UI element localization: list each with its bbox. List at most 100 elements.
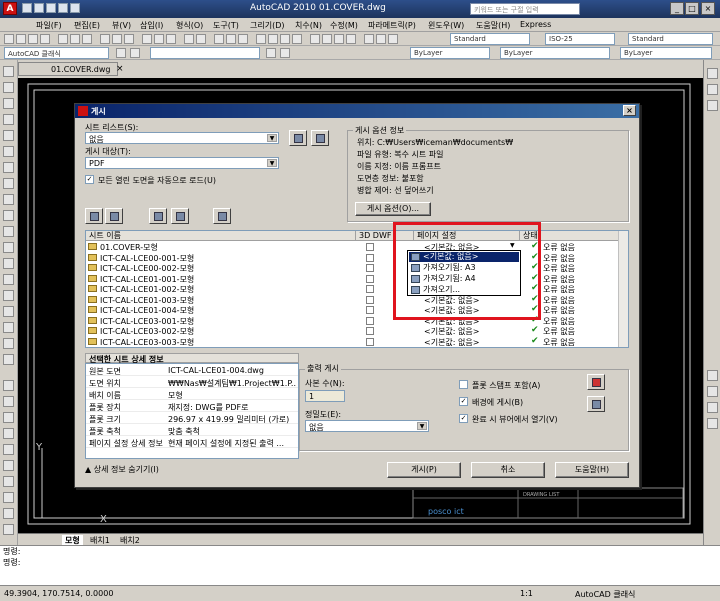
copies-spinner[interactable]: 1	[305, 390, 345, 402]
text-style-combo[interactable]: Standard	[450, 33, 530, 45]
tool-icon[interactable]	[58, 34, 68, 44]
ellipse-icon[interactable]	[3, 210, 14, 221]
menu-tools[interactable]: 도구(T)	[213, 20, 239, 31]
make-block-icon[interactable]	[3, 258, 14, 269]
mirror-icon[interactable]	[3, 412, 14, 423]
menu-window[interactable]: 윈도우(W)	[428, 20, 464, 31]
table-icon[interactable]	[3, 338, 14, 349]
tool-icon[interactable]	[226, 34, 236, 44]
tool-icon[interactable]	[707, 100, 718, 111]
document-tab[interactable]: 01.COVER.dwg	[18, 62, 118, 76]
tool-icon[interactable]	[707, 68, 718, 79]
sheet-list-table[interactable]: 시트 이름 3D DWF 페이지 설정 상태 01.COVER-모형 <기본값: …	[85, 230, 629, 348]
layer-icon[interactable]	[130, 48, 140, 58]
table-row[interactable]: ICT-CAL-LCE01-003-모형 <기본값: 없음> ✔ 오류 없음	[86, 294, 626, 305]
3d-dwf-checkbox[interactable]	[366, 306, 374, 314]
bg-publish-checkbox[interactable]: ✓	[459, 397, 468, 406]
point-icon[interactable]	[3, 274, 14, 285]
stretch-icon[interactable]	[3, 508, 14, 519]
tool-icon[interactable]	[292, 34, 302, 44]
layer-combo[interactable]	[150, 47, 260, 59]
tool-icon[interactable]	[166, 34, 176, 44]
line-icon[interactable]	[3, 66, 14, 77]
command-window[interactable]: 명령: 명령:	[0, 545, 720, 585]
move-icon[interactable]	[3, 460, 14, 471]
table-row[interactable]: ICT-CAL-LCE03-003-모형 <기본값: 없음> ✔ 오류 없음	[86, 336, 626, 348]
tool-icon[interactable]	[707, 402, 718, 413]
polygon-icon[interactable]	[3, 114, 14, 125]
3d-dwf-checkbox[interactable]	[366, 264, 374, 272]
tool-icon[interactable]	[280, 34, 290, 44]
tool-icon[interactable]	[40, 34, 50, 44]
tool-icon[interactable]	[388, 34, 398, 44]
preview-button[interactable]	[213, 208, 231, 224]
autocad-logo-icon[interactable]: A	[3, 2, 17, 15]
menu-view[interactable]: 뷰(V)	[112, 20, 131, 31]
tool-icon[interactable]	[82, 34, 92, 44]
publish-to-select[interactable]: PDF ▼	[85, 157, 279, 169]
gradient-icon[interactable]	[3, 306, 14, 317]
tool-icon[interactable]	[112, 34, 122, 44]
offset-icon[interactable]	[3, 428, 14, 439]
dim-style-combo[interactable]: ISO-25	[545, 33, 615, 45]
tool-icon[interactable]	[154, 34, 164, 44]
tool-icon[interactable]	[707, 386, 718, 397]
table-style-combo[interactable]: Standard	[628, 33, 713, 45]
tool-icon[interactable]	[322, 34, 332, 44]
dialog-close-button[interactable]: ×	[623, 105, 636, 116]
new-icon[interactable]	[22, 3, 32, 13]
3d-dwf-checkbox[interactable]	[366, 327, 374, 335]
add-sheets-button[interactable]	[85, 208, 103, 224]
workspace-switch[interactable]: AutoCAD 클래식	[575, 589, 635, 600]
tool-icon[interactable]	[707, 84, 718, 95]
publish-options-button[interactable]: 게시 옵션(O)...	[355, 202, 431, 216]
page-setup-cell[interactable]: <기본값: 없음>	[424, 337, 479, 348]
3d-dwf-checkbox[interactable]	[366, 337, 374, 346]
table-row[interactable]: ICT-CAL-LCE03-001-모형 <기본값: 없음> ✔ 오류 없음	[86, 315, 626, 326]
3d-dwf-checkbox[interactable]	[366, 243, 374, 251]
color-combo[interactable]: ByLayer	[410, 47, 490, 59]
scale-icon[interactable]	[3, 492, 14, 503]
3d-dwf-checkbox[interactable]	[366, 316, 374, 325]
3d-dwf-checkbox[interactable]	[366, 274, 374, 283]
tool-icon[interactable]	[28, 34, 38, 44]
hide-details-toggle[interactable]: ▲ 상세 정보 숨기기(I)	[85, 464, 159, 475]
move-up-button[interactable]	[149, 208, 167, 224]
table-row[interactable]: ICT-CAL-LCE01-001-모형 ✔ 오류 없음	[86, 273, 626, 284]
tool-icon[interactable]	[214, 34, 224, 44]
load-sheet-list-button[interactable]	[289, 130, 307, 146]
menu-help[interactable]: 도움말(H)	[476, 20, 510, 31]
tool-icon[interactable]	[266, 48, 276, 58]
tool-icon[interactable]	[124, 34, 134, 44]
trim-icon[interactable]	[3, 524, 14, 535]
menu-draw[interactable]: 그리기(D)	[250, 20, 284, 31]
spline-icon[interactable]	[3, 194, 14, 205]
move-down-button[interactable]	[171, 208, 189, 224]
table-row[interactable]: ICT-CAL-LCE01-004-모형 <기본값: 없음> ✔ 오류 없음	[86, 304, 626, 315]
table-row[interactable]: 01.COVER-모형 <기본값: 없음> ✔ 오류 없음 ▼	[86, 241, 626, 252]
tool-icon[interactable]	[707, 370, 718, 381]
tool-icon[interactable]	[142, 34, 152, 44]
menu-edit[interactable]: 편집(E)	[74, 20, 100, 31]
erase-icon[interactable]	[3, 380, 14, 391]
tool-icon[interactable]	[238, 34, 248, 44]
table-row[interactable]: ICT-CAL-LCE00-002-모형 ✔ 오류 없음	[86, 262, 626, 273]
open-viewer-checkbox[interactable]: ✓	[459, 414, 468, 423]
tool-icon[interactable]	[256, 34, 266, 44]
construction-line-icon[interactable]	[3, 82, 14, 93]
tool-icon[interactable]	[116, 48, 126, 58]
table-row[interactable]: ICT-CAL-LCE03-002-모형 <기본값: 없음> ✔ 오류 없음	[86, 325, 626, 336]
export-button[interactable]	[587, 396, 605, 412]
save-sheet-list-button[interactable]	[311, 130, 329, 146]
close-document-icon[interactable]: ×	[116, 64, 124, 74]
column-header-sheet-name[interactable]: 시트 이름	[86, 231, 356, 241]
tool-icon[interactable]	[346, 34, 356, 44]
table-row[interactable]: ICT-CAL-LCE00-001-모형 ✔ 오류 없음	[86, 252, 626, 263]
circle-icon[interactable]	[3, 162, 14, 173]
tool-icon[interactable]	[310, 34, 320, 44]
tool-icon[interactable]	[707, 418, 718, 429]
3d-dwf-checkbox[interactable]	[366, 253, 374, 262]
revcloud-icon[interactable]	[3, 178, 14, 189]
tool-icon[interactable]	[268, 34, 278, 44]
close-button[interactable]: ×	[701, 2, 715, 15]
